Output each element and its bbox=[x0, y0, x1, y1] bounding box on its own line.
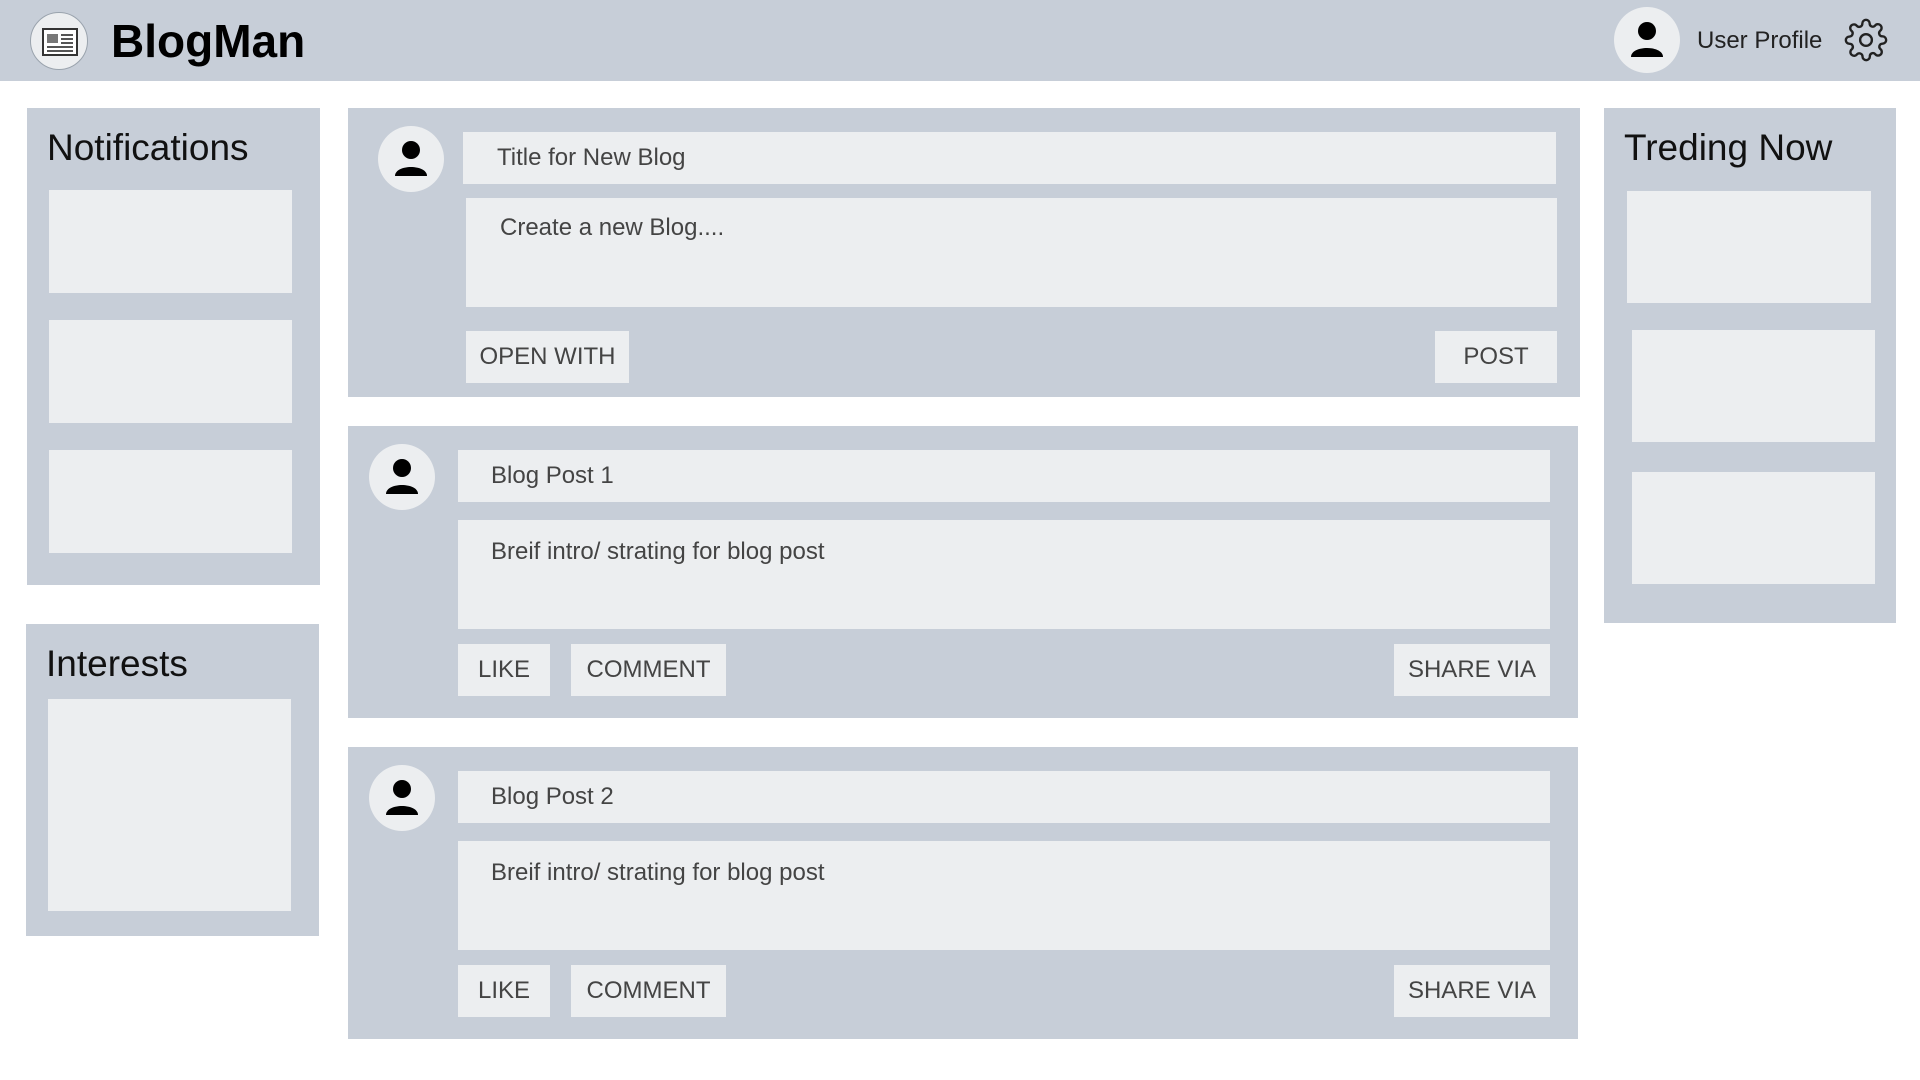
top-bar: BlogMan User Profile bbox=[0, 0, 1920, 81]
newspaper-icon[interactable] bbox=[30, 12, 88, 70]
blog-body-input[interactable]: Create a new Blog.... bbox=[466, 198, 1557, 307]
trending-title: Treding Now bbox=[1624, 127, 1833, 168]
post-intro-text: Breif intro/ strating for blog post bbox=[491, 859, 825, 886]
interests-title: Interests bbox=[46, 643, 188, 684]
trending-item[interactable] bbox=[1632, 330, 1875, 442]
post-intro-text: Breif intro/ strating for blog post bbox=[491, 538, 825, 565]
blog-post-card: Blog Post 1 Breif intro/ strating for bl… bbox=[348, 426, 1578, 718]
post-title-text: Blog Post 1 bbox=[491, 462, 614, 489]
notification-item[interactable] bbox=[49, 190, 292, 293]
share-via-button[interactable]: SHARE VIA bbox=[1394, 644, 1550, 696]
post-title[interactable]: Blog Post 2 bbox=[458, 771, 1550, 823]
post-title[interactable]: Blog Post 1 bbox=[458, 450, 1550, 502]
like-button[interactable]: LIKE bbox=[458, 644, 550, 696]
blog-title-placeholder: Title for New Blog bbox=[497, 144, 686, 171]
notifications-title: Notifications bbox=[47, 127, 249, 168]
comment-button[interactable]: COMMENT bbox=[571, 965, 726, 1017]
notifications-panel: Notifications bbox=[27, 108, 320, 585]
interest-item[interactable] bbox=[48, 699, 291, 911]
post-intro[interactable]: Breif intro/ strating for blog post bbox=[458, 520, 1550, 629]
gear-icon[interactable] bbox=[1844, 18, 1888, 62]
trending-item[interactable] bbox=[1632, 472, 1875, 584]
app-title: BlogMan bbox=[111, 15, 306, 67]
author-avatar-icon[interactable] bbox=[369, 444, 435, 510]
comment-button[interactable]: COMMENT bbox=[571, 644, 726, 696]
notification-item[interactable] bbox=[49, 450, 292, 553]
trending-item[interactable] bbox=[1627, 191, 1871, 303]
notification-item[interactable] bbox=[49, 320, 292, 423]
user-avatar-icon[interactable] bbox=[1614, 7, 1680, 73]
open-with-button[interactable]: OPEN WITH bbox=[466, 331, 629, 383]
blog-body-placeholder: Create a new Blog.... bbox=[500, 214, 725, 241]
share-via-button[interactable]: SHARE VIA bbox=[1394, 965, 1550, 1017]
user-profile-link[interactable]: User Profile bbox=[1697, 27, 1822, 55]
post-button[interactable]: POST bbox=[1435, 331, 1557, 383]
like-button[interactable]: LIKE bbox=[458, 965, 550, 1017]
blog-title-input[interactable]: Title for New Blog bbox=[463, 132, 1556, 184]
interests-panel: Interests bbox=[26, 624, 319, 936]
blog-post-card: Blog Post 2 Breif intro/ strating for bl… bbox=[348, 747, 1578, 1039]
author-avatar-icon[interactable] bbox=[369, 765, 435, 831]
post-title-text: Blog Post 2 bbox=[491, 783, 614, 810]
trending-panel: Treding Now bbox=[1604, 108, 1896, 623]
new-blog-composer: Title for New Blog Create a new Blog....… bbox=[348, 108, 1580, 397]
post-intro[interactable]: Breif intro/ strating for blog post bbox=[458, 841, 1550, 950]
user-avatar-icon bbox=[378, 126, 444, 192]
